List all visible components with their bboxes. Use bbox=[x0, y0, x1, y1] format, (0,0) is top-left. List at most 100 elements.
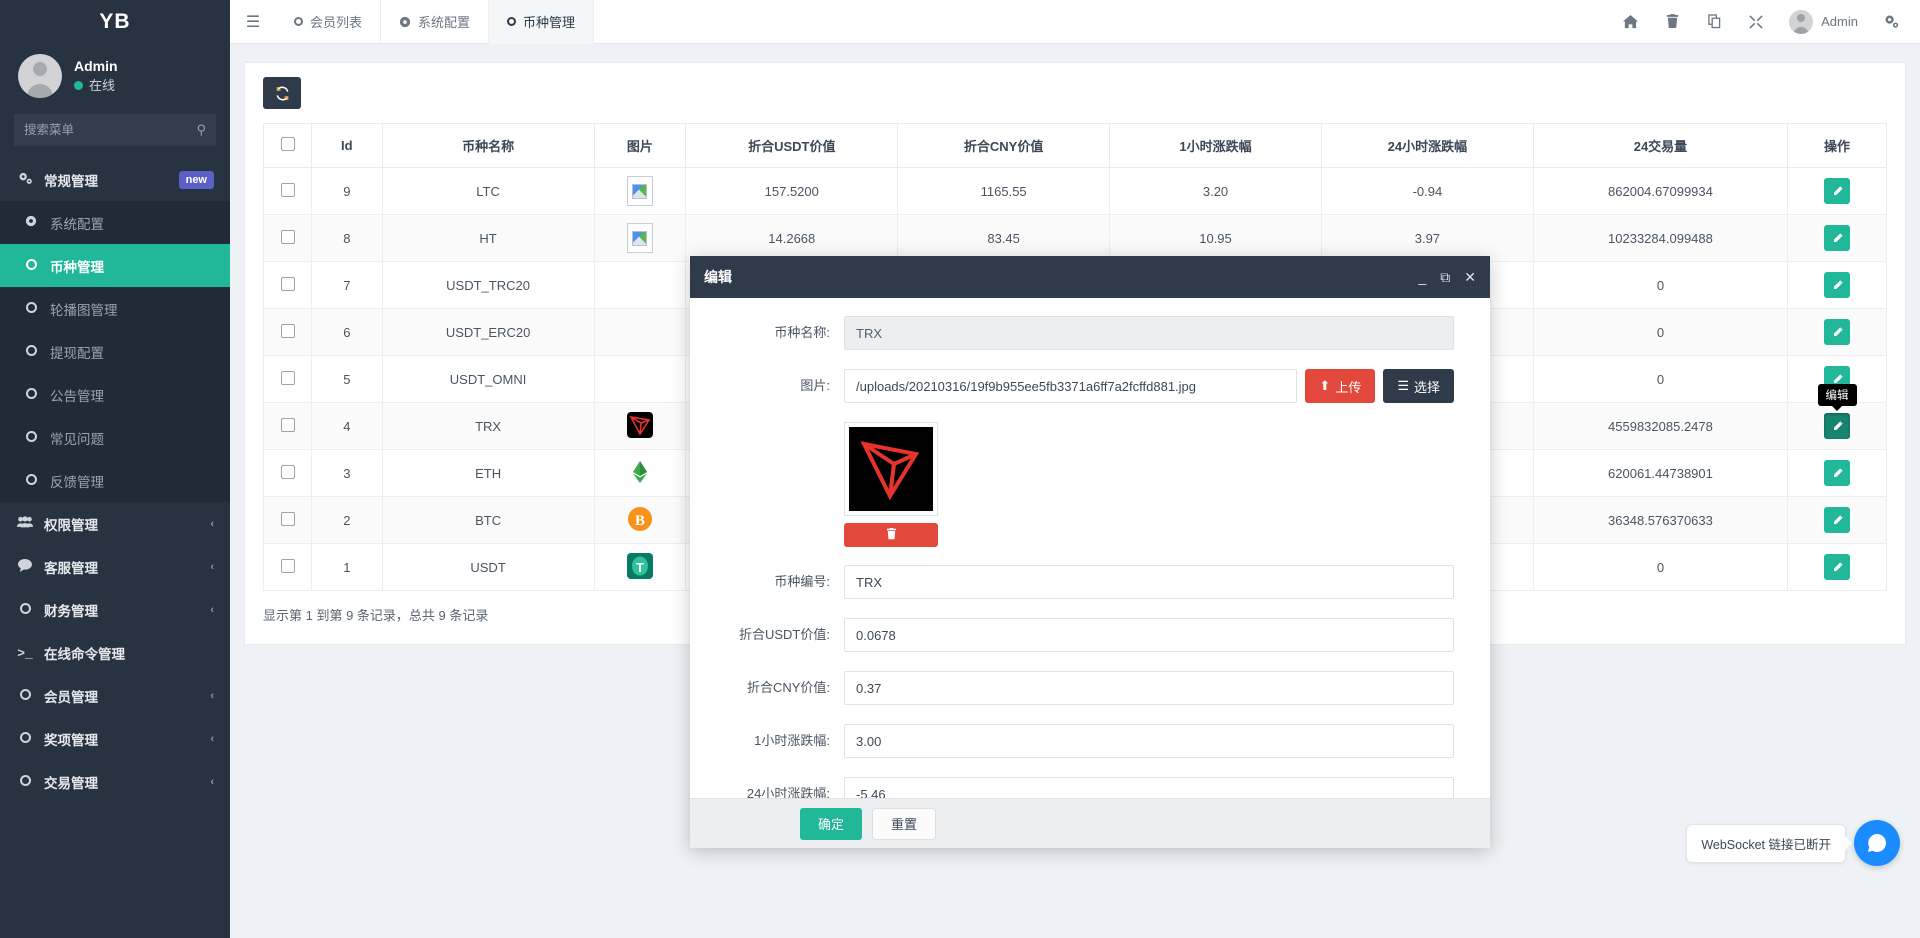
edit-row-button[interactable] bbox=[1824, 507, 1850, 533]
row-change-24h: 3.97 bbox=[1321, 215, 1533, 262]
coin-name-input[interactable] bbox=[844, 316, 1454, 350]
change-24h-input[interactable] bbox=[844, 777, 1454, 798]
sidebar-item-0[interactable]: 常规管理new bbox=[0, 158, 230, 201]
row-checkbox-cell[interactable] bbox=[264, 450, 312, 497]
image-thumbnail[interactable] bbox=[844, 422, 938, 516]
reset-button[interactable]: 重置 bbox=[872, 808, 936, 840]
column-header-2[interactable]: 币种名称 bbox=[382, 124, 594, 168]
tab-2[interactable]: 币种管理 bbox=[489, 0, 594, 44]
maximize-icon[interactable]: ⧉ bbox=[1440, 270, 1450, 284]
brand-logo[interactable]: YB bbox=[0, 0, 230, 44]
sidebar-item-label: 公告管理 bbox=[50, 385, 214, 405]
upload-button[interactable]: ⬆ 上传 bbox=[1305, 369, 1375, 403]
sidebar-item-11[interactable]: >_在线命令管理 bbox=[0, 631, 230, 674]
row-checkbox-cell[interactable] bbox=[264, 544, 312, 591]
sidebar-item-9[interactable]: 客服管理‹ bbox=[0, 545, 230, 588]
confirm-button[interactable]: 确定 bbox=[800, 808, 862, 840]
row-checkbox[interactable] bbox=[281, 324, 295, 338]
sidebar-item-2[interactable]: 币种管理 bbox=[0, 244, 230, 287]
gears-icon[interactable] bbox=[1870, 0, 1912, 44]
btc-logo-icon: B bbox=[627, 506, 653, 532]
table-row[interactable]: 9LTC157.52001165.553.20-0.94862004.67099… bbox=[264, 168, 1887, 215]
row-checkbox-cell[interactable] bbox=[264, 215, 312, 262]
row-checkbox[interactable] bbox=[281, 465, 295, 479]
edit-row-button[interactable] bbox=[1824, 460, 1850, 486]
row-checkbox-cell[interactable] bbox=[264, 168, 312, 215]
tab-0[interactable]: 会员列表 bbox=[276, 0, 381, 44]
column-header-9[interactable]: 操作 bbox=[1788, 124, 1887, 168]
sidebar-item-7[interactable]: 反馈管理 bbox=[0, 459, 230, 502]
row-cny-value: 1165.55 bbox=[898, 168, 1110, 215]
sidebar-item-8[interactable]: 权限管理‹ bbox=[0, 502, 230, 545]
row-checkbox[interactable] bbox=[281, 183, 295, 197]
edit-row-button[interactable] bbox=[1824, 554, 1850, 580]
chat-icon[interactable] bbox=[1854, 820, 1900, 866]
choose-label: 选择 bbox=[1414, 377, 1440, 396]
sidebar-item-1[interactable]: 系统配置 bbox=[0, 201, 230, 244]
column-header-8[interactable]: 24交易量 bbox=[1533, 124, 1787, 168]
sidebar-search[interactable]: ⚲ bbox=[14, 114, 216, 146]
search-icon[interactable]: ⚲ bbox=[196, 122, 206, 138]
edit-row-button[interactable] bbox=[1824, 178, 1850, 204]
select-all-checkbox[interactable] bbox=[281, 137, 295, 151]
table-row[interactable]: 8HT14.266883.4510.953.9710233284.099488 bbox=[264, 215, 1887, 262]
edit-row-button[interactable] bbox=[1824, 319, 1850, 345]
column-header-0[interactable] bbox=[264, 124, 312, 168]
copy-icon[interactable] bbox=[1693, 0, 1735, 44]
sidebar-item-12[interactable]: 会员管理‹ bbox=[0, 674, 230, 717]
row-coin-name: HT bbox=[382, 215, 594, 262]
cny-value-input[interactable] bbox=[844, 671, 1454, 705]
hamburger-icon[interactable]: ☰ bbox=[230, 12, 276, 32]
sidebar-item-6[interactable]: 常见问题 bbox=[0, 416, 230, 459]
sidebar-item-5[interactable]: 公告管理 bbox=[0, 373, 230, 416]
edit-row-button[interactable] bbox=[1824, 225, 1850, 251]
column-header-4[interactable]: 折合USDT价值 bbox=[686, 124, 898, 168]
fullscreen-icon[interactable] bbox=[1735, 0, 1777, 44]
usdt-value-input[interactable] bbox=[844, 618, 1454, 652]
row-checkbox[interactable] bbox=[281, 230, 295, 244]
tab-1[interactable]: 系统配置 bbox=[381, 0, 489, 44]
row-checkbox[interactable] bbox=[281, 277, 295, 291]
field-label: 币种编号: bbox=[714, 565, 844, 599]
edit-row-button[interactable] bbox=[1824, 272, 1850, 298]
row-checkbox-cell[interactable] bbox=[264, 309, 312, 356]
close-icon[interactable]: ✕ bbox=[1464, 270, 1476, 284]
coin-code-input[interactable] bbox=[844, 565, 1454, 599]
change-1h-input[interactable] bbox=[844, 724, 1454, 758]
sidebar-item-14[interactable]: 交易管理‹ bbox=[0, 760, 230, 803]
column-header-1[interactable]: Id bbox=[312, 124, 383, 168]
minimize-icon[interactable]: _ bbox=[1418, 270, 1426, 284]
circle-icon bbox=[22, 431, 40, 445]
sidebar-item-10[interactable]: 财务管理‹ bbox=[0, 588, 230, 631]
sidebar-item-3[interactable]: 轮播图管理 bbox=[0, 287, 230, 330]
circle-icon bbox=[16, 774, 34, 789]
trash-icon[interactable] bbox=[1651, 0, 1693, 44]
delete-image-button[interactable] bbox=[844, 523, 938, 547]
circle-icon bbox=[16, 602, 34, 617]
modal-header[interactable]: 编辑 _ ⧉ ✕ bbox=[690, 256, 1490, 298]
choose-button[interactable]: ☰ 选择 bbox=[1383, 369, 1454, 403]
row-actions-cell bbox=[1788, 544, 1887, 591]
refresh-button[interactable] bbox=[263, 77, 301, 109]
column-header-6[interactable]: 1小时涨跌幅 bbox=[1110, 124, 1322, 168]
topbar-user[interactable]: Admin bbox=[1777, 10, 1870, 34]
row-checkbox[interactable] bbox=[281, 512, 295, 526]
row-checkbox[interactable] bbox=[281, 559, 295, 573]
row-image-cell: B bbox=[594, 497, 686, 544]
edit-row-button[interactable] bbox=[1824, 413, 1850, 439]
row-checkbox[interactable] bbox=[281, 371, 295, 385]
home-icon[interactable] bbox=[1609, 0, 1651, 44]
column-header-3[interactable]: 图片 bbox=[594, 124, 686, 168]
row-checkbox-cell[interactable] bbox=[264, 356, 312, 403]
image-path-input[interactable] bbox=[844, 369, 1297, 403]
sidebar-item-13[interactable]: 奖项管理‹ bbox=[0, 717, 230, 760]
sidebar-item-4[interactable]: 提现配置 bbox=[0, 330, 230, 373]
search-input[interactable] bbox=[24, 123, 196, 137]
column-header-5[interactable]: 折合CNY价值 bbox=[898, 124, 1110, 168]
row-checkbox-cell[interactable] bbox=[264, 403, 312, 450]
circle-icon bbox=[16, 688, 34, 703]
column-header-7[interactable]: 24小时涨跌幅 bbox=[1321, 124, 1533, 168]
row-checkbox-cell[interactable] bbox=[264, 262, 312, 309]
row-checkbox-cell[interactable] bbox=[264, 497, 312, 544]
row-checkbox[interactable] bbox=[281, 418, 295, 432]
